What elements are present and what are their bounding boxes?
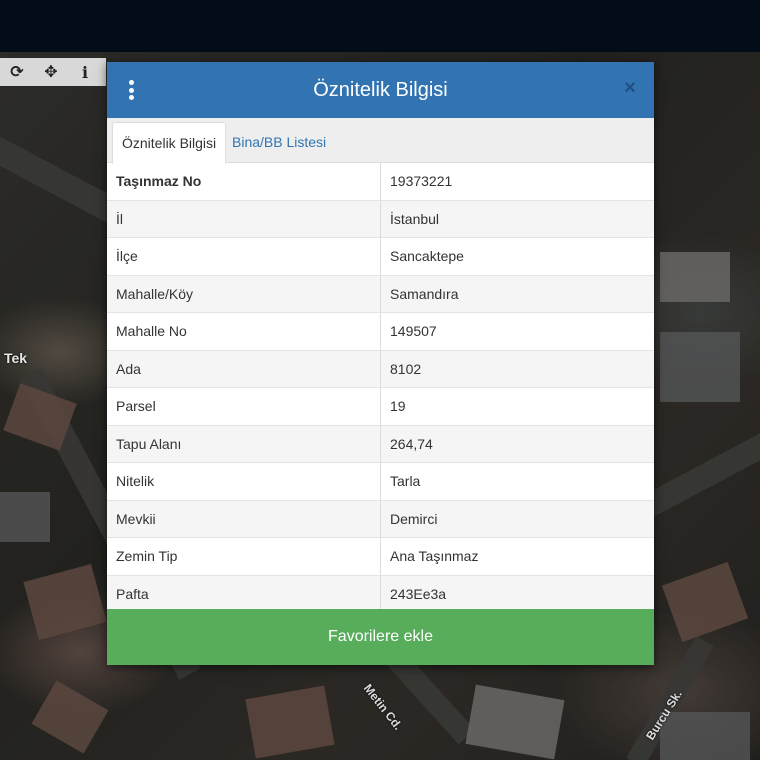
attribute-key: Ada (107, 350, 381, 388)
add-to-favorites-button[interactable]: Favorilere ekle (107, 609, 654, 665)
attribute-key: Taşınmaz No (107, 163, 381, 201)
table-row: Zemin Tip Ana Taşınmaz (107, 537, 654, 576)
attribute-value: Samandıra (380, 275, 654, 313)
attribute-value: Ana Taşınmaz (380, 537, 654, 576)
table-row: Mevkii Demirci (107, 500, 654, 538)
table-row: Nitelik Tarla (107, 462, 654, 501)
attribute-key: Pafta (107, 575, 381, 613)
table-row: Parsel 19 (107, 387, 654, 426)
attribute-value: 243Ee3a (380, 575, 654, 613)
more-vertical-icon[interactable] (125, 80, 137, 100)
attribute-key: Mahalle/Köy (107, 275, 381, 313)
attribute-value: 8102 (380, 350, 654, 388)
map-place-label: Tek (4, 350, 28, 366)
attribute-value: İstanbul (380, 200, 654, 238)
top-bar (0, 0, 760, 52)
crosshair-icon[interactable]: ✥ (34, 58, 68, 86)
table-row: Tapu Alanı 264,74 (107, 425, 654, 463)
attribute-table: Taşınmaz No 19373221 İl İstanbul İlçe Sancakt… (107, 163, 654, 613)
attribute-value: 149507 (380, 312, 654, 351)
table-row: Mahalle No 149507 (107, 312, 654, 351)
attribute-value: 19 (380, 387, 654, 426)
attribute-value: Demirci (380, 500, 654, 538)
map-toolbar: ⟳ ✥ i (0, 58, 106, 86)
table-row: Ada 8102 (107, 350, 654, 388)
attribute-key: Mahalle No (107, 312, 381, 351)
tab-building-list[interactable]: Bina/BB Listesi (223, 122, 335, 162)
table-row: Mahalle/Köy Samandıra (107, 275, 654, 313)
refresh-icon[interactable]: ⟳ (0, 58, 34, 86)
attribute-key: Tapu Alanı (107, 425, 381, 463)
attribute-key: Parsel (107, 387, 381, 426)
dialog-header: Öznitelik Bilgisi × (107, 62, 654, 118)
attribute-key: Mevkii (107, 500, 381, 538)
attribute-key: İlçe (107, 237, 381, 276)
attribute-dialog: Öznitelik Bilgisi × Öznitelik Bilgisi Bi… (107, 62, 654, 665)
info-icon[interactable]: i (68, 58, 102, 86)
table-row: İl İstanbul (107, 200, 654, 238)
attribute-value: Tarla (380, 462, 654, 501)
table-row: Taşınmaz No 19373221 (107, 163, 654, 201)
tab-attribute-info[interactable]: Öznitelik Bilgisi (112, 122, 227, 164)
tab-bar: Öznitelik Bilgisi Bina/BB Listesi (107, 118, 654, 164)
attribute-key: Zemin Tip (107, 537, 381, 576)
close-icon[interactable]: × (620, 76, 640, 100)
attribute-key: Nitelik (107, 462, 381, 501)
attribute-value: 264,74 (380, 425, 654, 463)
table-row: İlçe Sancaktepe (107, 237, 654, 276)
dialog-title: Öznitelik Bilgisi (313, 78, 448, 101)
attribute-value: 19373221 (380, 163, 654, 201)
table-row: Pafta 243Ee3a (107, 575, 654, 613)
attribute-key: İl (107, 200, 381, 238)
attribute-value: Sancaktepe (380, 237, 654, 276)
